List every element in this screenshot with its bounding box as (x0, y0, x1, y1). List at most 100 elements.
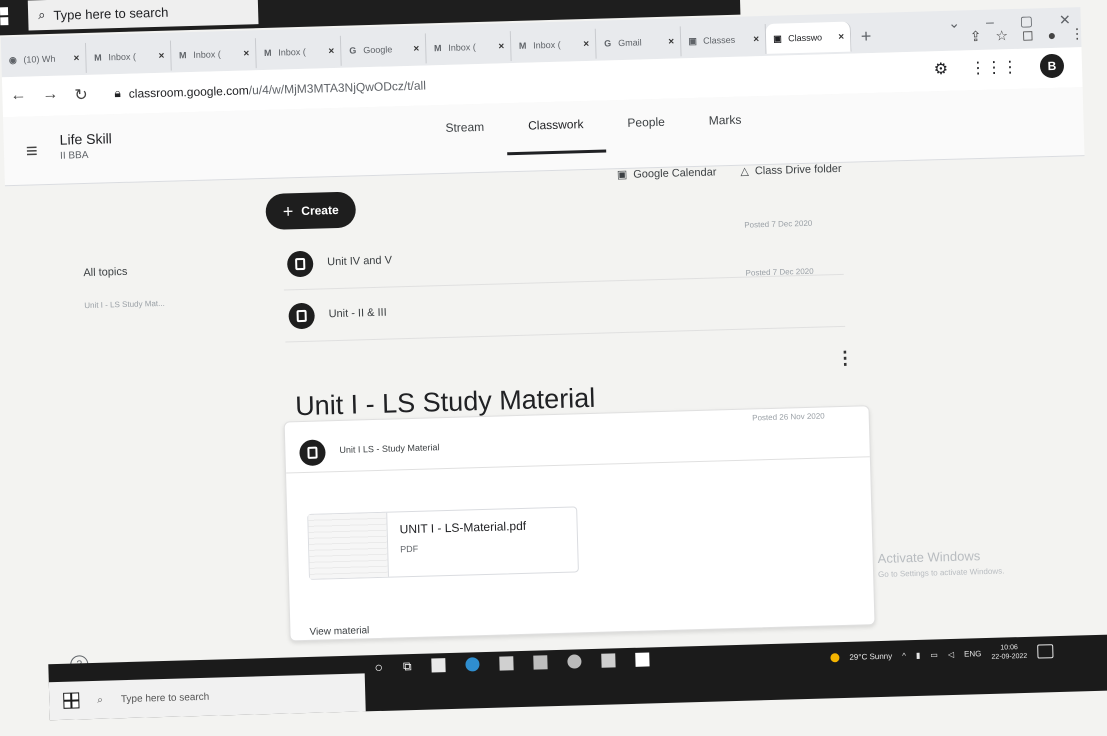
app-icon[interactable] (635, 652, 650, 667)
url-path: /u/4/w/MjM3MTA3NjQwODcz/t/all (248, 77, 427, 97)
close-tab-icon[interactable]: × (413, 43, 419, 54)
browser-tab[interactable]: M Inbox (× (85, 40, 172, 73)
back-icon[interactable]: ← (10, 87, 27, 107)
url-field[interactable]: 🔒︎ classroom.google.com/u/4/w/MjM3MTA3Nj… (114, 77, 426, 101)
classroom-app-icon[interactable] (601, 653, 616, 668)
browser-tab[interactable]: M Inbox (× (510, 28, 597, 62)
language-indicator[interactable]: ENG (964, 649, 982, 658)
material-card-header[interactable]: Unit I LS - Study Material Posted 26 Nov… (284, 411, 870, 474)
close-tab-icon[interactable]: × (753, 34, 759, 45)
google-calendar-label: Google Calendar (633, 165, 717, 181)
task-view-icon[interactable]: ⧉ (403, 659, 412, 674)
network-icon[interactable]: ▮ (916, 650, 921, 659)
class-section: II BBA (59, 149, 89, 162)
apps-grid-icon[interactable]: ⋮⋮⋮ (970, 57, 1019, 78)
close-tab-icon[interactable]: × (158, 50, 164, 61)
tab-classwork[interactable]: Classwork (505, 100, 607, 156)
tab-people[interactable]: People (605, 98, 688, 152)
whatsapp-icon: ◉ (8, 54, 17, 65)
windows-start-icon[interactable] (0, 5, 10, 28)
chevron-up-icon[interactable]: ^ (902, 651, 906, 660)
search-icon: ⌕ (97, 694, 104, 706)
reload-icon[interactable]: ↻ (74, 85, 88, 105)
store-icon[interactable] (431, 658, 446, 673)
browser-tab[interactable]: ▣ Classwo × (765, 21, 852, 54)
volume-icon[interactable]: ◁ (948, 649, 954, 658)
browser-tab[interactable]: ◉ (10) Wh × (0, 42, 87, 76)
browser-tab[interactable]: ▣ Classes × (680, 23, 767, 57)
class-name[interactable]: Life Skill (59, 130, 112, 147)
view-material-link[interactable]: View material (309, 625, 369, 638)
browser-tab[interactable]: G Gmail × (595, 26, 682, 59)
plus-icon: + (282, 200, 294, 221)
clock[interactable]: 10:06 22-09-2022 (991, 643, 1027, 662)
browser-tab[interactable]: M Inbox (× (170, 38, 257, 71)
tab-title: Inbox ( (278, 46, 306, 58)
create-button[interactable]: + Create (265, 191, 357, 230)
classroom-icon: ▣ (773, 33, 782, 44)
weather-text[interactable]: 29°C Sunny (849, 651, 892, 661)
windows-start-icon[interactable] (63, 692, 80, 709)
material-title: Unit I LS - Study Material (339, 442, 440, 456)
settings-gear-icon[interactable]: ⚙ (933, 59, 948, 79)
gmail-icon: M (178, 49, 187, 60)
chrome-menu-icon[interactable]: ⋮ (1070, 25, 1084, 42)
close-tab-icon[interactable]: × (498, 41, 504, 52)
cortana-icon[interactable]: ○ (374, 659, 383, 675)
close-tab-icon[interactable]: × (73, 53, 79, 64)
sidebar-icon[interactable]: ◻ (1022, 26, 1034, 43)
battery-icon[interactable]: ▭ (930, 650, 938, 659)
class-drive-label: Class Drive folder (754, 162, 842, 177)
taskbar-search[interactable]: ⌕ Type here to search (48, 673, 366, 721)
clock-date: 22-09-2022 (991, 652, 1028, 661)
list-item[interactable]: Unit - II & III Posted 7 Dec 2020 (284, 267, 846, 343)
activate-windows-watermark: Activate Windows Go to Settings to activ… (877, 548, 1004, 579)
install-app-icon[interactable]: ⇪ (970, 28, 982, 45)
google-calendar-link[interactable]: ▣ Google Calendar (617, 165, 717, 181)
close-tab-icon[interactable]: × (243, 48, 249, 59)
item-title: Unit - II & III (328, 306, 387, 321)
top-taskbar-search[interactable]: ⌕ Type here to search (27, 0, 259, 31)
pdf-attachment[interactable]: UNIT I - LS-Material.pdf PDF (307, 506, 579, 580)
class-drive-folder-link[interactable]: △ Class Drive folder (740, 162, 842, 177)
system-tray: 29°C Sunny ^ ▮ ▭ ◁ ENG 10:06 22-09-2022 (830, 642, 1054, 666)
edge-icon[interactable] (465, 657, 480, 672)
hamburger-menu-icon[interactable]: ≡ (26, 140, 38, 163)
close-tab-icon[interactable]: × (328, 46, 334, 57)
close-tab-icon[interactable]: × (668, 36, 674, 47)
tab-marks[interactable]: Marks (686, 96, 764, 150)
close-tab-icon[interactable]: × (583, 38, 589, 49)
browser-tab[interactable]: M Inbox (× (425, 31, 512, 64)
topic-more-options-icon[interactable]: ⋮ (836, 348, 855, 369)
watermark-line-1: Activate Windows (877, 548, 981, 567)
gmail-icon: M (518, 40, 527, 51)
material-icon (288, 302, 316, 330)
new-tab-icon[interactable]: + (851, 21, 882, 52)
bookmark-star-icon[interactable]: ☆ (995, 27, 1008, 44)
photos-icon[interactable] (533, 655, 548, 670)
browser-tab[interactable]: M Inbox ( × (255, 35, 342, 69)
topic-all[interactable]: All topics (83, 265, 164, 279)
windows-taskbar: ⌕ Type here to search ○ ⧉ 29°C Sunny ^ ▮… (48, 634, 1107, 721)
taskbar-search-placeholder: Type here to search (120, 691, 210, 705)
topic-unit-1[interactable]: Unit I - LS Study Mat... (84, 299, 165, 310)
mail-icon[interactable] (499, 656, 514, 671)
forward-icon[interactable]: → (42, 86, 59, 106)
url-domain: classroom.google.com (128, 82, 249, 101)
close-tab-icon[interactable]: × (838, 31, 844, 42)
browser-tab[interactable]: G Google × (340, 33, 427, 66)
notification-icon[interactable] (1036, 644, 1054, 659)
google-icon: G (349, 44, 357, 56)
chrome-icon[interactable] (567, 654, 582, 669)
tab-stream[interactable]: Stream (423, 103, 507, 157)
gmail-icon: M (263, 47, 272, 58)
tab-title: Inbox ( (108, 51, 137, 63)
material-icon (299, 439, 326, 467)
list-item[interactable]: Unit IV and V Posted 7 Dec 2020 (282, 219, 844, 291)
tab-search-icon[interactable]: ⌄ (948, 15, 960, 32)
class-nav-tabs: Stream Classwork People Marks (423, 96, 764, 157)
material-posted-date: Posted 26 Nov 2020 (752, 411, 825, 423)
attachment-name: UNIT I - LS-Material.pdf (399, 518, 527, 537)
profile-icon[interactable]: ● (1047, 26, 1056, 42)
account-avatar[interactable]: B (1039, 53, 1065, 79)
